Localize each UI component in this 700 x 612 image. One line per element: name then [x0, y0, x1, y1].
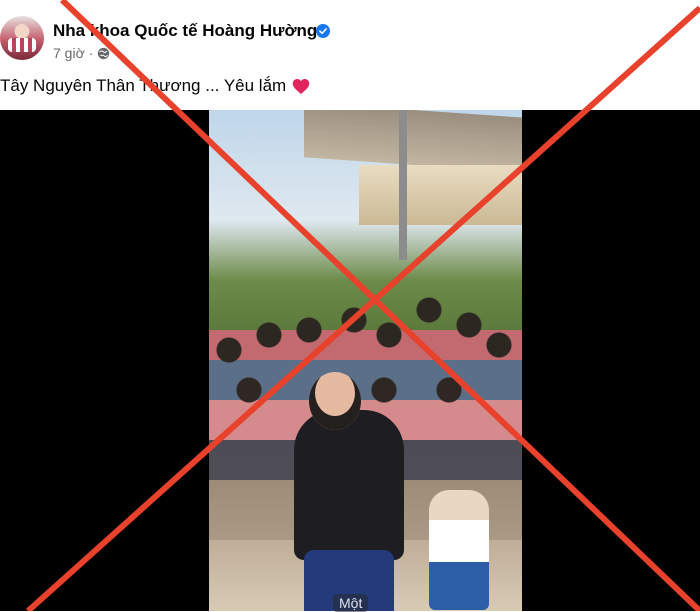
- roof-shape: [304, 110, 522, 173]
- post-meta: 7 giờ ·: [53, 45, 110, 61]
- child-figure: [429, 490, 489, 610]
- page-avatar[interactable]: [0, 16, 44, 60]
- page-name[interactable]: Nha khoa Quốc tế Hoàng Hường: [53, 21, 317, 41]
- dancer-head: [309, 372, 361, 430]
- red-heart-icon: [292, 78, 310, 94]
- post-header: Nha khoa Quốc tế Hoàng Hường 7 giờ · Tây…: [0, 0, 700, 110]
- caption-text: Tây Nguyên Thân Thương ... Yêu lắm: [0, 76, 287, 95]
- globe-icon[interactable]: [97, 47, 110, 60]
- post-time[interactable]: 7 giờ: [53, 45, 85, 61]
- video-overlay-label[interactable]: Một: [333, 594, 369, 612]
- video-player[interactable]: [0, 110, 700, 611]
- verified-badge-icon: [316, 24, 330, 38]
- meta-separator: ·: [88, 45, 94, 61]
- dancer-figure: [294, 410, 404, 560]
- video-frame[interactable]: [209, 110, 522, 611]
- awning-shape: [359, 165, 522, 225]
- post-caption: Tây Nguyên Thân Thương ... Yêu lắm: [0, 76, 310, 96]
- pole-shape: [399, 110, 407, 260]
